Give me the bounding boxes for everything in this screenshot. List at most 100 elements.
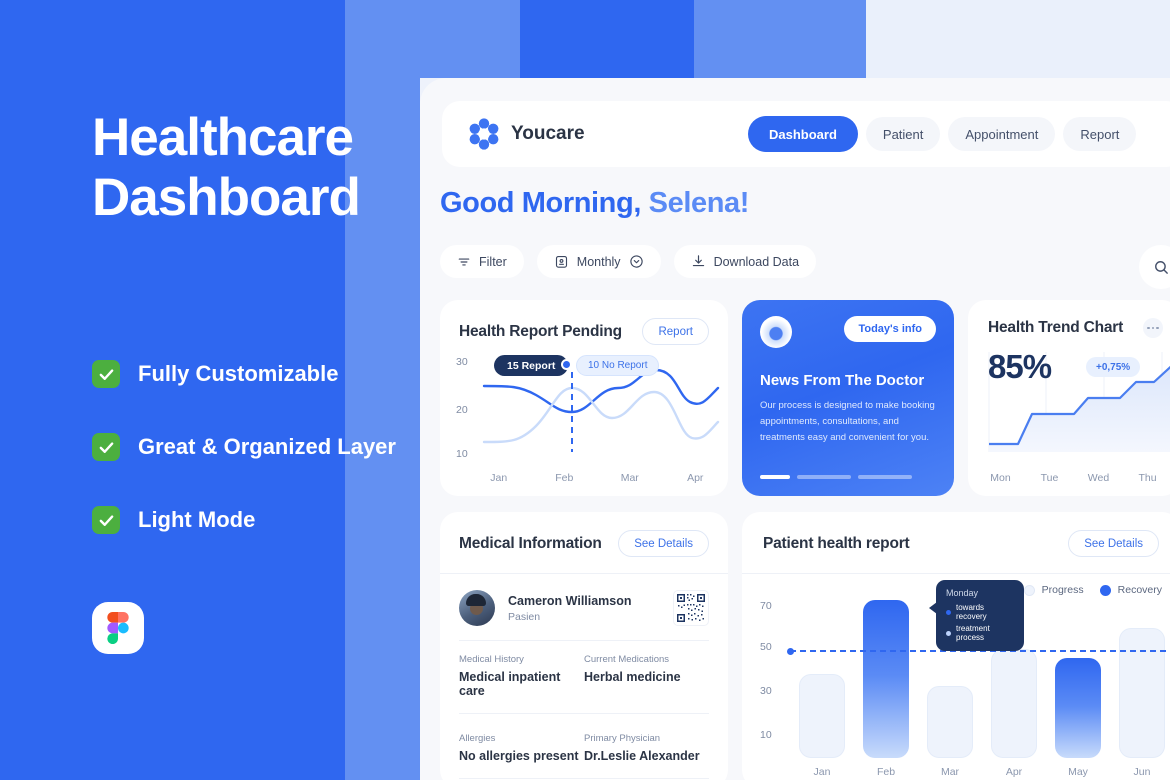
bar-progress[interactable] — [927, 686, 973, 758]
chart-marker-dot — [561, 359, 572, 370]
card-title: Medical Information — [459, 534, 602, 552]
medical-row: Allergies No allergies present Primary P… — [459, 714, 709, 778]
top-navbar: Youcare Dashboard Patient Appointment Re… — [442, 101, 1170, 167]
field-label: Allergies — [459, 733, 496, 744]
bar-column-jan — [790, 674, 854, 758]
x-axis: Jan Feb Mar Apr May Jun — [790, 766, 1170, 778]
hero-title-line2: Dashboard — [92, 168, 361, 227]
bar-recovery[interactable] — [1055, 658, 1101, 758]
nav-tabs: Dashboard Patient Appointment Report — [748, 116, 1137, 152]
greeting-name: Selena! — [648, 187, 750, 219]
tab-appointment[interactable]: Appointment — [948, 117, 1056, 151]
calendar-icon — [555, 255, 567, 268]
feature-item: Great & Organized Layer — [92, 423, 396, 471]
bar-column-jun — [1110, 628, 1170, 758]
tooltip-text: towards recovery — [956, 603, 987, 621]
bar-column-may — [1046, 658, 1110, 758]
feature-item: Light Mode — [92, 496, 396, 544]
card-patient-health-report: Patient health report See Details Progre… — [742, 512, 1170, 780]
greeting-prefix: Good Morning, — [440, 187, 641, 219]
todays-info-badge[interactable]: Today's info — [844, 316, 936, 342]
see-details-button[interactable]: See Details — [618, 530, 709, 557]
filter-toolbar: Filter Monthly Download Data — [440, 245, 817, 278]
field-label: Medical History — [459, 654, 524, 665]
patient-role: Pasien — [508, 610, 541, 623]
tab-report[interactable]: Report — [1063, 117, 1137, 151]
medical-field: Medical History Medical inpatient care — [459, 654, 584, 698]
carousel-dot[interactable] — [858, 475, 912, 479]
background-band-d — [694, 0, 866, 78]
carousel-dot-active[interactable] — [760, 475, 790, 479]
download-icon — [692, 255, 704, 267]
check-icon — [92, 506, 120, 534]
y-tick: 70 — [760, 600, 772, 612]
medical-field: Current Medications Herbal medicine — [584, 654, 709, 698]
x-tick: Mar — [620, 472, 639, 484]
bar-progress[interactable] — [1119, 628, 1165, 758]
x-tick: Jun — [1133, 766, 1151, 778]
page-title: Good Morning, Selena! — [440, 187, 749, 220]
card-health-trend-chart: Health Trend Chart 85% +0,75% Mon Tue We… — [968, 300, 1170, 496]
card-title: Patient health report — [763, 534, 910, 552]
field-value: Medical inpatient care — [459, 670, 561, 698]
x-tick: Feb — [555, 472, 574, 484]
card-health-report-pending: Health Report Pending Report 30 20 10 15… — [440, 300, 728, 496]
filter-label: Filter — [479, 254, 507, 269]
chevron-down-icon — [629, 255, 643, 268]
tab-patient[interactable]: Patient — [865, 117, 941, 151]
background-band-e — [866, 0, 1170, 78]
tooltip-dot — [946, 609, 951, 615]
tab-dashboard[interactable]: Dashboard — [748, 116, 858, 152]
chip-15-report: 15 Report — [494, 355, 569, 376]
y-tick: 30 — [760, 685, 772, 697]
brand[interactable]: Youcare — [458, 118, 748, 150]
brand-name: Youcare — [511, 123, 585, 144]
filter-button[interactable]: Filter — [440, 245, 524, 278]
trend-value: 85% — [988, 348, 1052, 385]
bar-column-apr — [982, 649, 1046, 758]
background-band-b — [345, 0, 520, 78]
feature-label: Great & Organized Layer — [138, 434, 396, 459]
hero-title: Healthcare Dashboard — [92, 108, 432, 228]
threshold-dot — [787, 648, 794, 655]
chart-legend: Progress Recovery — [1023, 584, 1162, 596]
filter-icon — [458, 258, 470, 265]
field-value: No allergies present — [459, 749, 579, 763]
medical-row: Medical History Medical inpatient care C… — [459, 641, 709, 713]
feature-label: Light Mode — [138, 507, 256, 532]
bar-progress[interactable] — [991, 649, 1037, 758]
field-label: Current Medications — [584, 654, 670, 665]
medical-field: Allergies No allergies present — [459, 733, 584, 763]
bar-column-feb — [854, 600, 918, 758]
carousel-dot[interactable] — [797, 475, 851, 479]
x-tick: Jan — [813, 766, 831, 778]
carousel-indicators[interactable] — [760, 475, 912, 479]
qr-code-icon[interactable] — [673, 590, 709, 626]
search-icon — [1154, 260, 1168, 274]
figma-icon — [92, 602, 144, 654]
feature-list: Fully Customizable Great & Organized Lay… — [92, 350, 396, 569]
legend-label: Recovery — [1117, 584, 1162, 596]
hero-title-line1: Healthcare — [92, 108, 354, 167]
x-tick: Thu — [1138, 472, 1157, 484]
period-label: Monthly — [576, 254, 621, 269]
bar-progress[interactable] — [799, 674, 845, 758]
trend-delta-badge: +0,75% — [1086, 357, 1141, 377]
news-body: Our process is designed to make booking … — [760, 400, 935, 443]
legend-label: Progress — [1041, 584, 1084, 596]
news-title: News From The Doctor — [760, 372, 925, 389]
tooltip-dot — [946, 630, 951, 636]
download-data-button[interactable]: Download Data — [673, 245, 817, 278]
check-icon — [92, 433, 120, 461]
youcare-flower-logo-icon — [468, 118, 500, 150]
bar-recovery[interactable] — [863, 600, 909, 758]
feature-item: Fully Customizable — [92, 350, 396, 398]
x-tick: Mar — [940, 766, 960, 778]
area-chart — [988, 352, 1170, 452]
tooltip-text: treatment process — [956, 624, 990, 642]
medical-fields: Medical History Medical inpatient care C… — [440, 640, 728, 779]
x-tick: May — [1068, 766, 1088, 778]
period-selector[interactable]: Monthly — [536, 245, 661, 278]
field-label: Primary Physician — [584, 733, 661, 744]
see-details-button[interactable]: See Details — [1068, 530, 1159, 557]
